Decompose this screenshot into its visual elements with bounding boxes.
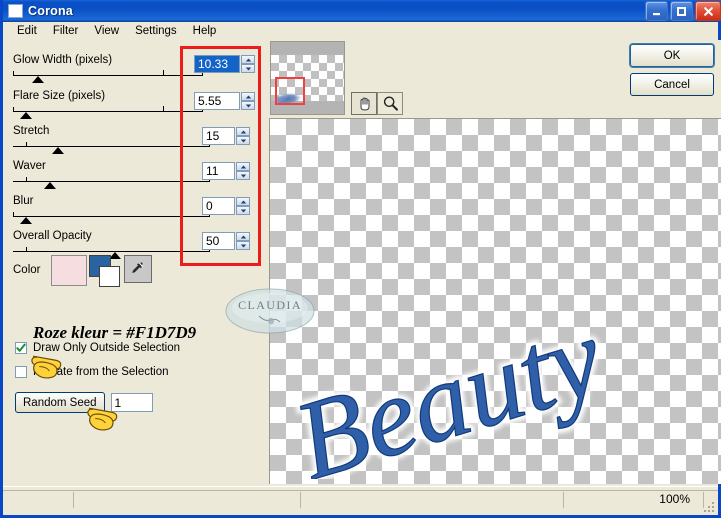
navigator-thumbnail[interactable] — [270, 41, 345, 115]
slider-thumb-flare-size[interactable] — [20, 112, 32, 119]
spin-up-stretch[interactable] — [236, 127, 250, 136]
spinner-glow-width — [194, 55, 255, 73]
spin-down-blur[interactable] — [236, 206, 250, 215]
menu-item-help[interactable]: Help — [185, 24, 225, 38]
navigator-tools — [351, 92, 403, 115]
zoom-level-indicator: 100% — [659, 492, 690, 506]
spin-down-flare-size[interactable] — [241, 101, 255, 110]
image-canvas[interactable]: Beauty Beauty — [269, 118, 721, 484]
color-row: Color — [13, 255, 263, 287]
ok-button[interactable]: OK — [630, 44, 714, 67]
viewport-selection-rect[interactable] — [275, 77, 305, 105]
check-icon — [16, 343, 26, 352]
maximize-button[interactable] — [670, 1, 693, 21]
input-stretch[interactable] — [202, 127, 235, 145]
input-waver[interactable] — [202, 162, 235, 180]
spinner-stretch — [202, 127, 250, 145]
option-label: Draw Only Outside Selection — [33, 342, 181, 354]
menu-item-settings[interactable]: Settings — [127, 24, 185, 38]
watermark-text: CLAUDIA — [238, 298, 302, 312]
window-controls — [645, 1, 721, 21]
spin-up-overall-opacity[interactable] — [236, 232, 250, 241]
app-window-icon — [8, 4, 23, 18]
spinner-waver — [202, 162, 250, 180]
slider-thumb-stretch[interactable] — [52, 147, 64, 154]
spinner-blur — [202, 197, 250, 215]
eyedropper-button[interactable] — [124, 255, 152, 283]
parameters-panel: Glow Width (pixels) Flare Size (pixels) — [3, 40, 268, 484]
spin-up-waver[interactable] — [236, 162, 250, 171]
color-swatch-pink[interactable] — [51, 255, 87, 286]
watermark-claudia: CLAUDIA — [225, 288, 315, 334]
option-draw-only-outside-selection[interactable]: Draw Only Outside Selection — [15, 342, 180, 354]
close-button[interactable] — [695, 1, 721, 21]
resize-grip-icon[interactable] — [702, 500, 716, 514]
spin-up-flare-size[interactable] — [241, 92, 255, 101]
input-overall-opacity[interactable] — [202, 232, 235, 250]
slider-thumb-glow-width[interactable] — [32, 76, 44, 83]
menu-item-filter[interactable]: Filter — [45, 24, 87, 38]
random-seed-button[interactable]: Random Seed — [15, 392, 105, 413]
cancel-button[interactable]: Cancel — [630, 73, 714, 96]
checkbox-draw-only-outside-selection[interactable] — [15, 342, 27, 354]
checkbox-radiate-from-the-selection[interactable] — [15, 366, 27, 378]
option-label: Radiate from the Selection — [33, 366, 169, 378]
menu-bar: Edit Filter View Settings Help — [3, 22, 718, 40]
artwork-beauty-text: Beauty Beauty — [280, 309, 620, 479]
eyedropper-icon — [132, 262, 144, 273]
input-glow-width[interactable] — [194, 55, 240, 73]
zoom-magnifier-tool-button[interactable] — [377, 92, 403, 115]
color-label: Color — [13, 264, 41, 276]
spin-down-glow-width[interactable] — [241, 64, 255, 73]
spinner-flare-size — [194, 92, 255, 110]
title-bar: Corona — [3, 0, 721, 22]
spin-up-glow-width[interactable] — [241, 55, 255, 64]
dialog-buttons: OK Cancel — [630, 44, 714, 102]
input-blur[interactable] — [202, 197, 235, 215]
hand-icon — [360, 97, 369, 111]
color-swatch-background[interactable] — [99, 266, 120, 287]
corona-filter-window: Corona Edit Filter View Settings Help Gl… — [0, 0, 721, 518]
slider-thumb-blur[interactable] — [20, 217, 32, 224]
menu-item-edit[interactable]: Edit — [9, 24, 45, 38]
spin-down-waver[interactable] — [236, 171, 250, 180]
artwork-fill: Beauty — [282, 309, 616, 479]
spin-down-overall-opacity[interactable] — [236, 241, 250, 250]
minimize-button[interactable] — [645, 1, 668, 21]
status-bar: 100% — [3, 486, 718, 515]
window-title: Corona — [28, 4, 73, 18]
spin-down-stretch[interactable] — [236, 136, 250, 145]
input-flare-size[interactable] — [194, 92, 240, 110]
option-radiate-from-the-selection[interactable]: Radiate from the Selection — [15, 366, 169, 378]
slider-thumb-waver[interactable] — [44, 182, 56, 189]
random-seed-input[interactable] — [110, 393, 153, 412]
random-seed-row: Random Seed — [15, 392, 153, 413]
roze-kleur-note: Roze kleur = #F1D7D9 — [33, 323, 197, 342]
spinner-overall-opacity — [202, 232, 250, 250]
magnifier-icon — [383, 96, 398, 111]
spin-up-blur[interactable] — [236, 197, 250, 206]
menu-item-view[interactable]: View — [86, 24, 127, 38]
pan-hand-tool-button[interactable] — [351, 92, 377, 115]
